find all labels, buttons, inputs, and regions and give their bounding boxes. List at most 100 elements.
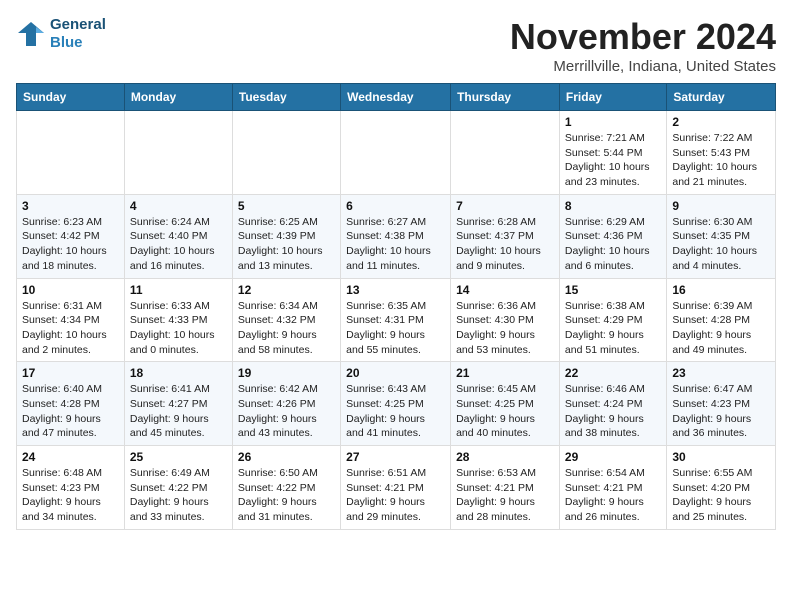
day-number: 19 [238,366,335,380]
day-info: Sunrise: 6:27 AM Sunset: 4:38 PM Dayligh… [346,215,445,274]
day-info: Sunrise: 6:29 AM Sunset: 4:36 PM Dayligh… [565,215,661,274]
day-info: Sunrise: 7:22 AM Sunset: 5:43 PM Dayligh… [672,131,770,190]
day-info: Sunrise: 6:42 AM Sunset: 4:26 PM Dayligh… [238,382,335,441]
day-number: 23 [672,366,770,380]
calendar-cell: 4 Sunrise: 6:24 AM Sunset: 4:40 PM Daylig… [124,194,232,278]
day-number: 7 [456,199,554,213]
day-info: Sunrise: 6:54 AM Sunset: 4:21 PM Dayligh… [565,466,661,525]
calendar-cell: 2 Sunrise: 7:22 AM Sunset: 5:43 PM Daylig… [667,111,776,195]
week-row-1: 1 Sunrise: 7:21 AM Sunset: 5:44 PM Daylig… [17,111,776,195]
day-info: Sunrise: 6:48 AM Sunset: 4:23 PM Dayligh… [22,466,119,525]
day-info: Sunrise: 6:36 AM Sunset: 4:30 PM Dayligh… [456,299,554,358]
day-number: 13 [346,283,445,297]
day-info: Sunrise: 6:39 AM Sunset: 4:28 PM Dayligh… [672,299,770,358]
day-info: Sunrise: 6:49 AM Sunset: 4:22 PM Dayligh… [130,466,227,525]
day-info: Sunrise: 6:33 AM Sunset: 4:33 PM Dayligh… [130,299,227,358]
calendar-cell: 29 Sunrise: 6:54 AM Sunset: 4:21 PM Dayli… [559,446,666,530]
calendar-cell [232,111,340,195]
weekday-header-row: SundayMondayTuesdayWednesdayThursdayFrid… [17,84,776,111]
title-area: November 2024 Merrillville, Indiana, Uni… [510,16,776,75]
calendar-cell: 12 Sunrise: 6:34 AM Sunset: 4:32 PM Dayli… [232,278,340,362]
calendar-cell: 26 Sunrise: 6:50 AM Sunset: 4:22 PM Dayli… [232,446,340,530]
day-info: Sunrise: 6:50 AM Sunset: 4:22 PM Dayligh… [238,466,335,525]
day-number: 28 [456,450,554,464]
day-info: Sunrise: 6:45 AM Sunset: 4:25 PM Dayligh… [456,382,554,441]
day-info: Sunrise: 6:30 AM Sunset: 4:35 PM Dayligh… [672,215,770,274]
day-number: 29 [565,450,661,464]
day-number: 15 [565,283,661,297]
day-number: 4 [130,199,227,213]
day-number: 8 [565,199,661,213]
day-number: 27 [346,450,445,464]
calendar-cell: 22 Sunrise: 6:46 AM Sunset: 4:24 PM Dayli… [559,362,666,446]
month-title: November 2024 [510,16,776,58]
day-info: Sunrise: 6:43 AM Sunset: 4:25 PM Dayligh… [346,382,445,441]
calendar-cell: 9Sunrise: 6:30 AM Sunset: 4:35 PM Daylig… [667,194,776,278]
day-number: 22 [565,366,661,380]
calendar-cell: 1 Sunrise: 7:21 AM Sunset: 5:44 PM Daylig… [559,111,666,195]
day-number: 5 [238,199,335,213]
calendar-cell: 11 Sunrise: 6:33 AM Sunset: 4:33 PM Dayli… [124,278,232,362]
day-number: 20 [346,366,445,380]
location: Merrillville, Indiana, United States [510,58,776,75]
day-info: Sunrise: 6:24 AM Sunset: 4:40 PM Dayligh… [130,215,227,274]
day-info: Sunrise: 6:35 AM Sunset: 4:31 PM Dayligh… [346,299,445,358]
calendar-cell: 20 Sunrise: 6:43 AM Sunset: 4:25 PM Dayli… [341,362,451,446]
weekday-header-thursday: Thursday [451,84,560,111]
day-info: Sunrise: 6:31 AM Sunset: 4:34 PM Dayligh… [22,299,119,358]
day-info: Sunrise: 6:38 AM Sunset: 4:29 PM Dayligh… [565,299,661,358]
day-info: Sunrise: 6:41 AM Sunset: 4:27 PM Dayligh… [130,382,227,441]
calendar-cell: 13 Sunrise: 6:35 AM Sunset: 4:31 PM Dayli… [341,278,451,362]
calendar-table: SundayMondayTuesdayWednesdayThursdayFrid… [16,83,776,530]
calendar-cell [17,111,125,195]
weekday-header-sunday: Sunday [17,84,125,111]
weekday-header-saturday: Saturday [667,84,776,111]
calendar-cell: 3Sunrise: 6:23 AM Sunset: 4:42 PM Daylig… [17,194,125,278]
day-info: Sunrise: 6:47 AM Sunset: 4:23 PM Dayligh… [672,382,770,441]
calendar-cell: 30 Sunrise: 6:55 AM Sunset: 4:20 PM Dayli… [667,446,776,530]
week-row-3: 10 Sunrise: 6:31 AM Sunset: 4:34 PM Dayli… [17,278,776,362]
calendar-cell: 25 Sunrise: 6:49 AM Sunset: 4:22 PM Dayli… [124,446,232,530]
calendar-cell: 5 Sunrise: 6:25 AM Sunset: 4:39 PM Daylig… [232,194,340,278]
weekday-header-tuesday: Tuesday [232,84,340,111]
calendar-cell: 16 Sunrise: 6:39 AM Sunset: 4:28 PM Dayli… [667,278,776,362]
day-number: 24 [22,450,119,464]
day-number: 16 [672,283,770,297]
calendar-cell: 8 Sunrise: 6:29 AM Sunset: 4:36 PM Daylig… [559,194,666,278]
day-number: 10 [22,283,119,297]
day-number: 26 [238,450,335,464]
day-number: 21 [456,366,554,380]
calendar-cell: 21 Sunrise: 6:45 AM Sunset: 4:25 PM Dayli… [451,362,560,446]
day-number: 11 [130,283,227,297]
day-number: 12 [238,283,335,297]
calendar-cell [124,111,232,195]
day-info: Sunrise: 6:25 AM Sunset: 4:39 PM Dayligh… [238,215,335,274]
calendar-cell: 24 Sunrise: 6:48 AM Sunset: 4:23 PM Dayli… [17,446,125,530]
logo-icon [16,19,46,49]
logo: General Blue [16,16,106,52]
day-info: Sunrise: 7:21 AM Sunset: 5:44 PM Dayligh… [565,131,661,190]
week-row-2: 3Sunrise: 6:23 AM Sunset: 4:42 PM Daylig… [17,194,776,278]
weekday-header-wednesday: Wednesday [341,84,451,111]
page-header: General Blue November 2024 Merrillville,… [16,16,776,75]
calendar-cell: 19 Sunrise: 6:42 AM Sunset: 4:26 PM Dayli… [232,362,340,446]
weekday-header-friday: Friday [559,84,666,111]
day-number: 3 [22,199,119,213]
day-number: 1 [565,115,661,129]
day-number: 30 [672,450,770,464]
day-info: Sunrise: 6:34 AM Sunset: 4:32 PM Dayligh… [238,299,335,358]
day-info: Sunrise: 6:55 AM Sunset: 4:20 PM Dayligh… [672,466,770,525]
calendar-cell: 23 Sunrise: 6:47 AM Sunset: 4:23 PM Dayli… [667,362,776,446]
day-number: 14 [456,283,554,297]
calendar-cell: 17Sunrise: 6:40 AM Sunset: 4:28 PM Dayli… [17,362,125,446]
day-info: Sunrise: 6:51 AM Sunset: 4:21 PM Dayligh… [346,466,445,525]
calendar-cell [451,111,560,195]
day-number: 17 [22,366,119,380]
calendar-cell: 14 Sunrise: 6:36 AM Sunset: 4:30 PM Dayli… [451,278,560,362]
day-number: 2 [672,115,770,129]
day-number: 18 [130,366,227,380]
day-number: 25 [130,450,227,464]
day-number: 6 [346,199,445,213]
calendar-cell: 15 Sunrise: 6:38 AM Sunset: 4:29 PM Dayli… [559,278,666,362]
day-info: Sunrise: 6:46 AM Sunset: 4:24 PM Dayligh… [565,382,661,441]
